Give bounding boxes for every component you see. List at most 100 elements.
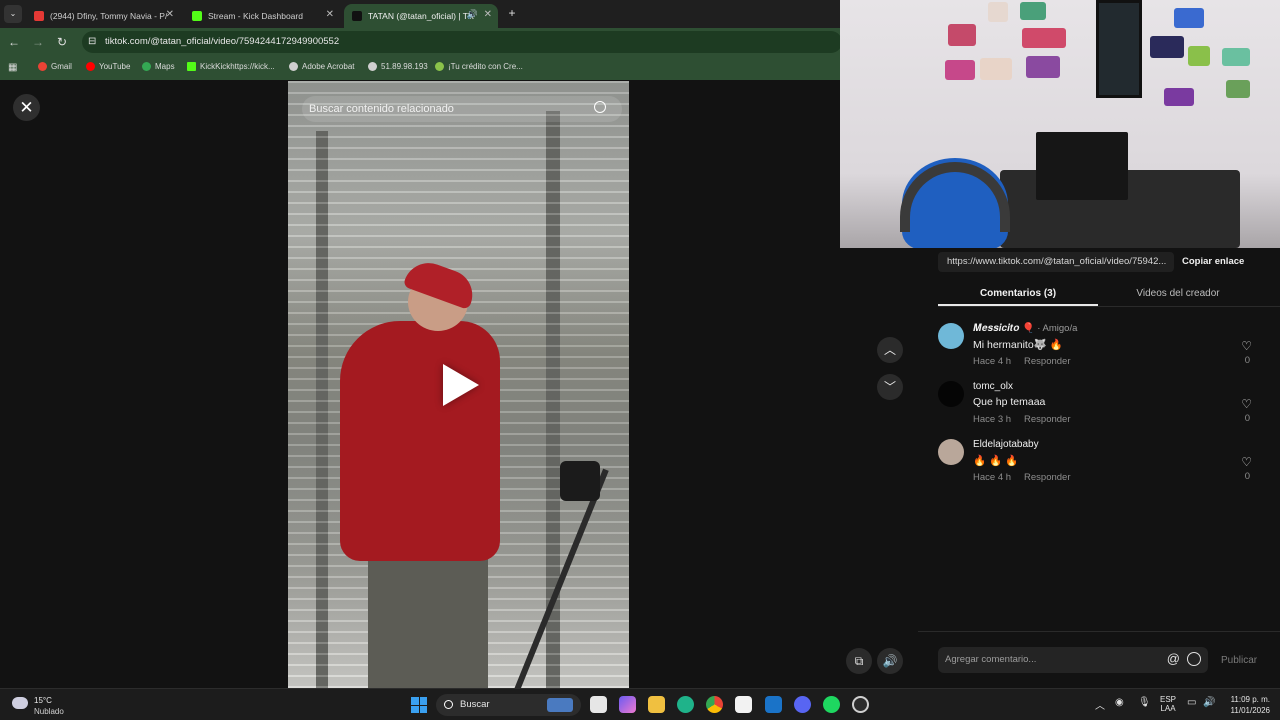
forward-icon[interactable]: →	[29, 33, 47, 51]
video-player[interactable]: Buscar contenido relacionado	[288, 81, 629, 688]
heart-icon[interactable]: ♡	[1241, 455, 1252, 469]
taskbar-search[interactable]: Buscar	[436, 694, 581, 716]
search-placeholder: Buscar contenido relacionado	[309, 103, 454, 115]
browser-tab-strip: ⌄ (2944) Dfiny, Tommy Navia - P/ ✕ Strea…	[0, 0, 840, 28]
related-content-search[interactable]: Buscar contenido relacionado	[302, 96, 622, 122]
comment-placeholder: Agregar comentario...	[945, 654, 1037, 665]
volume-icon[interactable]: 🔊	[1203, 697, 1215, 708]
tab-close-icon[interactable]: ✕	[166, 9, 174, 20]
new-tab-button[interactable]: +	[503, 4, 521, 22]
comments-panel: https://www.tiktok.com/@tatan_oficial/vi…	[918, 248, 1280, 688]
poster	[1222, 48, 1250, 66]
comment-time: Hace 3 h	[973, 414, 1012, 425]
chrome-icon[interactable]	[706, 696, 723, 713]
avatar[interactable]	[938, 381, 964, 407]
poster	[1020, 2, 1046, 20]
poster	[988, 2, 1008, 22]
play-icon[interactable]	[443, 364, 479, 406]
divider	[918, 631, 1280, 632]
address-bar[interactable]: ⊟ tiktok.com/@tatan_oficial/video/759424…	[82, 31, 842, 53]
volume-button[interactable]: 🔊	[877, 648, 903, 674]
windows-start-icon[interactable]	[411, 697, 427, 713]
tab-kick-dashboard[interactable]: Stream - Kick Dashboard ✕	[184, 4, 340, 28]
bookmark-label: Maps	[155, 62, 175, 71]
mirror	[1096, 0, 1142, 98]
display-icon[interactable]: ▭	[1187, 697, 1196, 708]
bookmark-gmail[interactable]: Gmail	[38, 62, 72, 71]
next-video-button[interactable]: ﹀	[877, 374, 903, 400]
site-info-icon[interactable]: ⊟	[88, 31, 96, 53]
chevron-up-icon[interactable]: ︿	[1095, 697, 1105, 712]
tab-close-icon[interactable]: ✕	[326, 9, 334, 20]
bookmark-label: ¡Tu crédito con Cre...	[448, 62, 523, 71]
chevron-down-icon: ﹀	[883, 380, 896, 394]
share-link-text: https://www.tiktok.com/@tatan_oficial/vi…	[947, 256, 1167, 267]
publish-button[interactable]: Publicar	[1221, 655, 1257, 666]
close-video-button[interactable]: ✕	[13, 94, 40, 121]
share-link-field[interactable]: https://www.tiktok.com/@tatan_oficial/vi…	[938, 252, 1174, 272]
clock[interactable]: 11:09 p. m. 11/01/2026	[1224, 694, 1270, 716]
bookmark-maps[interactable]: Maps	[142, 62, 175, 71]
heart-icon[interactable]: ♡	[1241, 397, 1252, 411]
discord-icon[interactable]	[794, 696, 811, 713]
date: 11/01/2026	[1230, 706, 1270, 715]
language-indicator[interactable]: ESP LAA	[1160, 695, 1176, 713]
spotify-icon[interactable]	[823, 696, 840, 713]
apps-grid-icon[interactable]: ▦	[8, 62, 17, 73]
avatar[interactable]	[938, 323, 964, 349]
taskbar: 15°C Nublado Buscar ︿ ◉ 🎙 ESP LAA ▭ 🔊 11…	[0, 688, 1280, 720]
tab-close-icon[interactable]: ✕	[484, 9, 492, 20]
weather-widget[interactable]: 15°C Nublado	[12, 693, 92, 717]
weather-condition: Nublado	[34, 707, 64, 716]
reply-button[interactable]: Responder	[1024, 472, 1070, 483]
task-view-icon[interactable]	[590, 696, 607, 713]
reply-button[interactable]: Responder	[1024, 356, 1070, 367]
tab-tiktok[interactable]: TATAN (@tatan_oficial) | Tik 🔊 ✕	[344, 4, 498, 28]
pip-button[interactable]: ⧉	[846, 648, 872, 674]
tab-audio-icon[interactable]: 🔊	[467, 9, 478, 20]
like-count: 0	[1244, 413, 1250, 424]
username-text: 𝑴𝒆𝒔𝒔𝒊𝒄𝒊𝒕𝒐 🎈	[973, 323, 1035, 334]
copy-link-button[interactable]: Copiar enlace	[1182, 256, 1244, 267]
mention-icon[interactable]: @	[1167, 652, 1180, 666]
webcam-overlay	[840, 0, 1280, 248]
comment-input[interactable]: Agregar comentario... @	[938, 647, 1208, 673]
tray-app-icon[interactable]: ◉	[1115, 697, 1124, 708]
bookmark-ip[interactable]: 51.89.98.193	[368, 62, 428, 71]
emoji-icon[interactable]	[1187, 652, 1201, 666]
search-icon[interactable]	[594, 101, 606, 113]
comment-meta: Hace 3 h Responder	[973, 414, 1084, 425]
avatar[interactable]	[938, 439, 964, 465]
heart-icon[interactable]: ♡	[1241, 339, 1252, 353]
obs-icon[interactable]	[852, 696, 869, 713]
globe-icon	[289, 62, 298, 71]
file-explorer-icon[interactable]	[648, 696, 665, 713]
bookmark-label: 51.89.98.193	[381, 62, 428, 71]
poster	[945, 60, 975, 80]
tab-comments[interactable]: Comentarios (3)	[938, 288, 1098, 299]
username-text: tomc_olx	[973, 381, 1014, 392]
video-person	[340, 321, 500, 561]
chevron-up-icon: ︿	[883, 343, 896, 357]
bookmark-youtube[interactable]: YouTube	[86, 62, 130, 71]
bookmark-kick[interactable]: KickKickhttps://kick...	[187, 62, 275, 71]
tab-youtube[interactable]: (2944) Dfiny, Tommy Navia - P/ ✕	[26, 4, 180, 28]
edge-icon[interactable]	[677, 696, 694, 713]
tab-search-chevron-icon[interactable]: ⌄	[4, 5, 22, 23]
url-text: tiktok.com/@tatan_oficial/video/75942441…	[105, 36, 340, 47]
reply-button[interactable]: Responder	[1024, 414, 1070, 425]
reload-icon[interactable]: ↻	[53, 33, 71, 51]
comment-username[interactable]: Eldelajotababy	[973, 439, 1039, 450]
bookmark-adobe-acrobat[interactable]: Adobe Acrobat	[289, 62, 354, 71]
previous-video-button[interactable]: ︿	[877, 337, 903, 363]
gmail-icon	[38, 62, 47, 71]
comment-username[interactable]: tomc_olx	[973, 381, 1013, 392]
copilot-icon[interactable]	[619, 696, 636, 713]
store-icon[interactable]	[735, 696, 752, 713]
comment-username[interactable]: 𝑴𝒆𝒔𝒔𝒊𝒄𝒊𝒕𝒐 🎈 · Amigo/a	[973, 323, 1077, 334]
microphone-icon[interactable]: 🎙	[1138, 697, 1151, 708]
back-icon[interactable]: ←	[5, 33, 23, 51]
outlook-icon[interactable]	[765, 696, 782, 713]
bookmark-credito[interactable]: ¡Tu crédito con Cre...	[435, 62, 523, 71]
tab-creator-videos[interactable]: Videos del creador	[1098, 288, 1258, 299]
